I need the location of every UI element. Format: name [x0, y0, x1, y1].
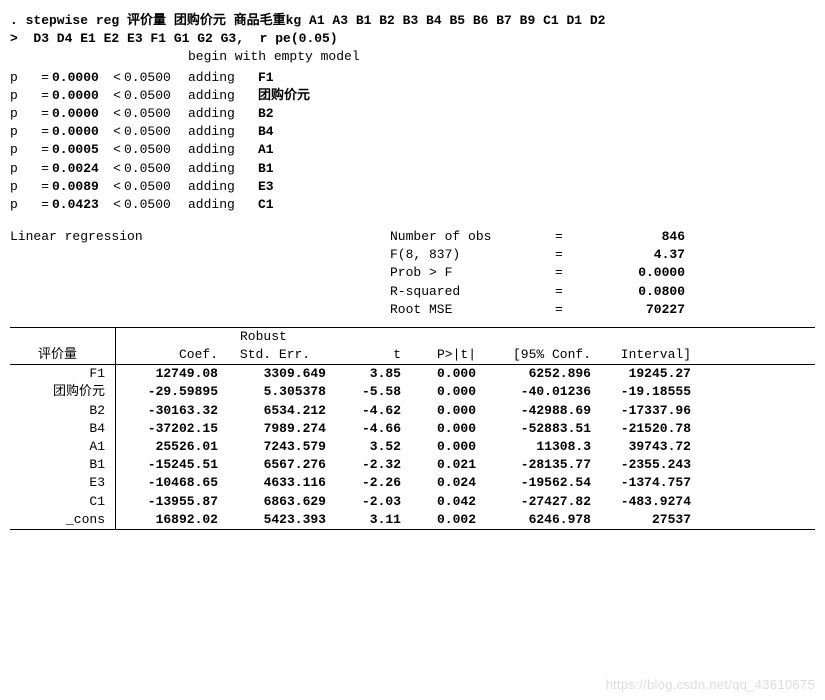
col-t: t [332, 346, 407, 364]
stepwise-row: p=0.0000<0.0500adding团购价元 [10, 87, 815, 105]
table-row: _cons16892.025423.3933.110.0026246.97827… [10, 511, 815, 529]
col-pt: P>|t| [407, 346, 482, 364]
stat-row: F(8, 837)=4.37 [390, 246, 815, 264]
depvar-header: 评价量 [10, 346, 115, 364]
model-statistics: Number of obs=846F(8, 837)=4.37Prob > F=… [390, 228, 815, 319]
table-row: C1-13955.876863.629-2.030.042-27427.82-4… [10, 493, 815, 511]
stepwise-log: p=0.0000<0.0500addingF1p=0.0000<0.0500ad… [10, 69, 815, 215]
begin-model-text: begin with empty model [188, 48, 815, 66]
stat-row: Number of obs=846 [390, 228, 815, 246]
col-ci-upper: Interval] [597, 346, 697, 364]
stepwise-row: p=0.0000<0.0500addingF1 [10, 69, 815, 87]
stat-row: Root MSE=70227 [390, 301, 815, 319]
table-row: A125526.017243.5793.520.00011308.339743.… [10, 438, 815, 456]
stepwise-row: p=0.0423<0.0500addingC1 [10, 196, 815, 214]
table-row: B4-37202.157989.274-4.660.000-52883.51-2… [10, 420, 815, 438]
stepwise-row: p=0.0005<0.0500addingA1 [10, 141, 815, 159]
table-row: B2-30163.326534.212-4.620.000-42988.69-1… [10, 402, 815, 420]
coefficients-table: Robust 评价量 Coef. Std. Err. t P>|t| [95% … [10, 327, 815, 530]
stepwise-row: p=0.0000<0.0500addingB2 [10, 105, 815, 123]
stat-row: Prob > F=0.0000 [390, 264, 815, 282]
command-line-2: > D3 D4 E1 E2 E3 F1 G1 G2 G3, r pe(0.05) [10, 30, 815, 48]
table-row: B1-15245.516567.276-2.320.021-28135.77-2… [10, 456, 815, 474]
table-row: E3-10468.654633.116-2.260.024-19562.54-1… [10, 474, 815, 492]
table-row: 团购价元-29.598955.305378-5.580.000-40.01236… [10, 383, 815, 401]
table-row: F112749.083309.6493.850.0006252.89619245… [10, 365, 815, 383]
col-ci-lower: [95% Conf. [482, 346, 597, 364]
col-se: Std. Err. [224, 346, 332, 364]
regression-summary: Linear regression Number of obs=846F(8, … [10, 228, 815, 319]
stepwise-row: p=0.0000<0.0500addingB4 [10, 123, 815, 141]
watermark-text: https://blog.csdn.net/qq_43610675 [606, 676, 815, 694]
robust-header: Robust [240, 328, 287, 346]
stepwise-row: p=0.0024<0.0500addingB1 [10, 160, 815, 178]
table-header-row: 评价量 Coef. Std. Err. t P>|t| [95% Conf. I… [10, 346, 815, 364]
stat-row: R-squared=0.0800 [390, 283, 815, 301]
regression-title: Linear regression [10, 228, 390, 246]
stepwise-row: p=0.0089<0.0500addingE3 [10, 178, 815, 196]
command-line-1: . stepwise reg 评价量 团购价元 商品毛重kg A1 A3 B1 … [10, 12, 815, 30]
table-body: F112749.083309.6493.850.0006252.89619245… [10, 365, 815, 529]
col-coef: Coef. [116, 346, 224, 364]
